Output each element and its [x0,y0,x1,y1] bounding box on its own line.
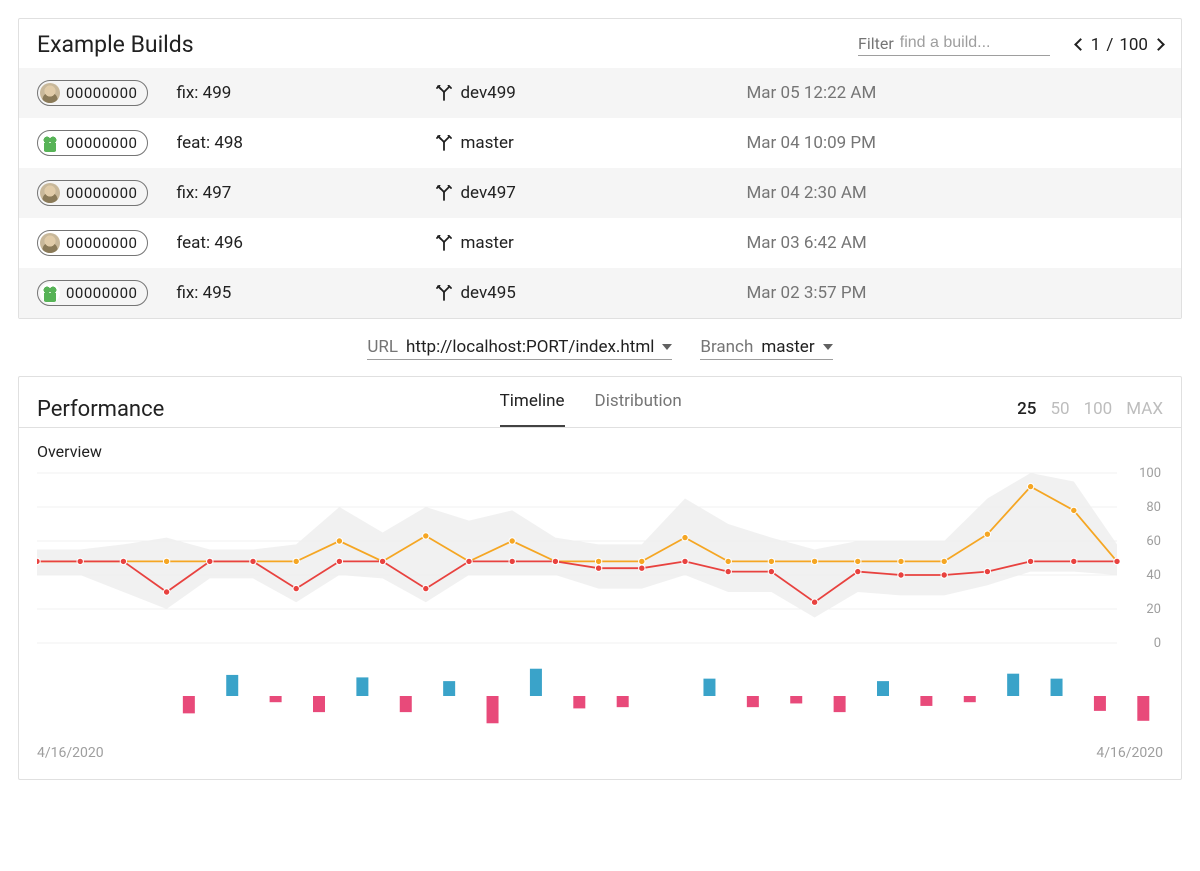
commit-hash-pill[interactable]: 00000000 [37,130,148,156]
tab-distribution[interactable]: Distribution [595,391,682,427]
svg-text:80: 80 [1146,500,1161,515]
commit-hash-pill[interactable]: 00000000 [37,280,148,306]
build-row[interactable]: 00000000 fix: 497 dev497 Mar 04 2:30 AM [19,168,1181,218]
svg-text:60: 60 [1146,534,1161,549]
range-options: 25 50 100 MAX [1017,399,1163,419]
filter-input[interactable] [900,34,1050,52]
avatar-icon [40,83,60,103]
chevron-right-icon[interactable] [1152,38,1165,51]
build-row[interactable]: 00000000 feat: 496 master Mar 03 6:42 AM [19,218,1181,268]
pager-page: 1 [1091,35,1101,55]
range-25[interactable]: 25 [1017,399,1036,419]
commit-hash: 00000000 [66,234,137,252]
filter-label: Filter [858,34,894,53]
url-value: http://localhost:PORT/index.html [406,337,654,357]
svg-text:100: 100 [1139,466,1161,481]
build-time: Mar 04 10:09 PM [746,133,876,153]
branch-icon [436,135,452,151]
build-title: fix: 499 [176,83,436,103]
range-50[interactable]: 50 [1050,399,1069,419]
build-time: Mar 05 12:22 AM [746,83,876,103]
build-title: fix: 497 [176,183,436,203]
xaxis-dates: 4/16/2020 4/16/2020 [19,731,1181,779]
commit-hash: 00000000 [66,84,137,102]
chevron-down-icon [662,344,672,350]
builds-title: Example Builds [37,31,194,58]
svg-text:20: 20 [1146,602,1161,617]
build-time: Mar 04 2:30 AM [746,183,866,203]
build-branch: master [436,133,746,153]
build-title: fix: 495 [176,283,436,303]
selector-bar: URL http://localhost:PORT/index.html Bra… [18,319,1182,376]
branch-name: dev499 [460,83,515,103]
branch-icon [436,285,452,301]
pager: 1 / 100 [1076,35,1163,55]
branch-name: master [460,133,513,153]
performance-title: Performance [37,397,164,422]
branch-name: master [460,233,513,253]
tabs: Timeline Distribution [500,391,682,427]
branch-label: Branch [700,337,753,357]
svg-text:40: 40 [1146,568,1161,583]
build-branch: master [436,233,746,253]
range-max[interactable]: MAX [1126,399,1163,419]
branch-selector[interactable]: Branch master [700,337,832,360]
url-label: URL [367,337,398,357]
commit-hash-pill[interactable]: 00000000 [37,230,148,256]
build-branch: dev499 [436,83,746,103]
range-100[interactable]: 100 [1084,399,1113,419]
overview-chart: 0 20 40 60 80 100 [19,461,1181,661]
xaxis-right: 4/16/2020 [1096,745,1163,761]
builds-card: Example Builds Filter 1 / 100 00000000 fi… [18,18,1182,319]
branch-name: dev495 [460,283,515,303]
overview-label: Overview [19,428,1181,461]
build-row[interactable]: 00000000 feat: 498 master Mar 04 10:09 PM [19,118,1181,168]
branch-name: dev497 [460,183,515,203]
performance-card: Performance Timeline Distribution 25 50 … [18,376,1182,780]
filter-field[interactable]: Filter [858,34,1050,56]
avatar-icon [40,283,60,303]
builds-list: 00000000fix: 499dev499Mar 05 12:22 AM000… [19,68,1181,318]
svg-text:0: 0 [1154,636,1161,651]
branch-icon [436,85,452,101]
commit-hash-pill[interactable]: 00000000 [37,80,148,106]
builds-header: Example Builds Filter 1 / 100 [19,19,1181,68]
pager-total: 100 [1119,35,1148,55]
chevron-left-icon[interactable] [1074,38,1087,51]
pager-sep: / [1106,35,1113,55]
branch-icon [436,185,452,201]
build-time: Mar 02 3:57 PM [746,283,866,303]
build-branch: dev497 [436,183,746,203]
avatar-icon [40,133,60,153]
avatar-icon [40,183,60,203]
commit-hash: 00000000 [66,134,137,152]
commit-hash-pill[interactable]: 00000000 [37,180,148,206]
commit-hash: 00000000 [66,184,137,202]
build-branch: dev495 [436,283,746,303]
build-title: feat: 498 [176,133,436,153]
build-time: Mar 03 6:42 AM [746,233,866,253]
build-title: feat: 496 [176,233,436,253]
avatar-icon [40,233,60,253]
url-selector[interactable]: URL http://localhost:PORT/index.html [367,337,672,360]
build-row[interactable]: 00000000 fix: 499 dev499 Mar 05 12:22 AM [19,68,1181,118]
build-row[interactable]: 00000000 fix: 495 dev495 Mar 02 3:57 PM [19,268,1181,318]
tab-timeline[interactable]: Timeline [500,391,565,427]
performance-header: Performance Timeline Distribution 25 50 … [19,377,1181,427]
branch-icon [436,235,452,251]
diff-bar-chart [19,661,1181,731]
commit-hash: 00000000 [66,284,137,302]
branch-value: master [761,337,814,357]
xaxis-left: 4/16/2020 [37,745,104,761]
chevron-down-icon [823,344,833,350]
